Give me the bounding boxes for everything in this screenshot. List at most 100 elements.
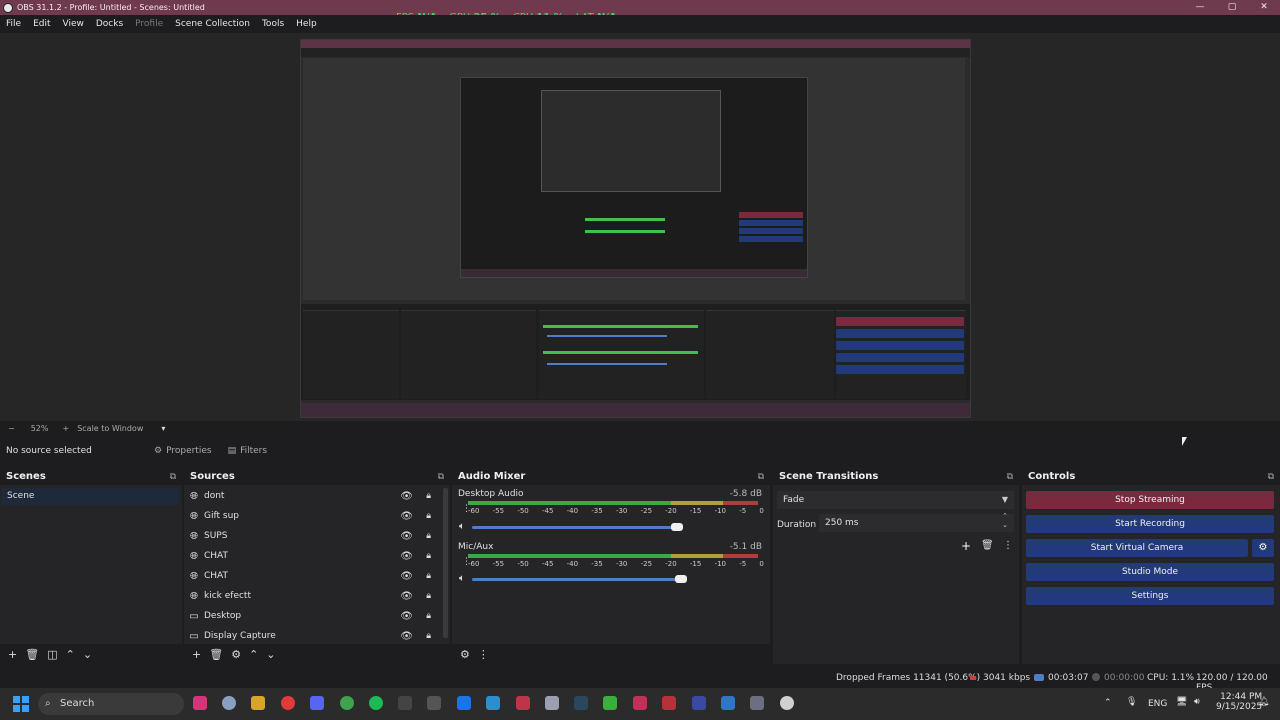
app-icon[interactable] [516,696,530,710]
source-item[interactable]: 🌐︎ CHAT 👁 🔒︎ [188,566,443,586]
maximize-button[interactable]: ▢ [1216,0,1248,15]
menu-tools[interactable]: Tools [256,19,290,29]
lock-icon[interactable]: 🔒︎ [426,591,431,601]
lock-icon[interactable]: 🔒︎ [426,531,431,541]
visibility-eye-icon[interactable]: 👁 [400,531,413,542]
app-icon[interactable] [692,696,706,710]
zoom-mode-dropdown-icon[interactable]: ▾ [161,424,165,433]
zoom-out-button[interactable]: − [8,424,15,433]
steam-icon[interactable] [574,696,588,710]
volume-icon[interactable]: 🔊︎ [1194,697,1200,707]
messenger-icon[interactable] [457,696,471,710]
menu-file[interactable]: File [0,19,27,29]
visibility-eye-icon[interactable]: 👁 [400,551,413,562]
menu-help[interactable]: Help [290,19,323,29]
start-virtual-camera-button[interactable]: Start Virtual Camera [1026,539,1248,557]
spinner-icon[interactable]: ⌃ ⌄ [1002,512,1008,530]
menu-docks[interactable]: Docks [90,19,129,29]
close-button[interactable]: ✕ [1248,0,1280,15]
speaker-icon[interactable]: 🔈︎ [459,521,465,532]
lock-icon[interactable]: 🔒︎ [426,631,431,641]
source-item[interactable]: 🌐︎ SUPS 👁 🔒︎ [188,526,443,546]
app-icon[interactable] [750,696,764,710]
filters-button[interactable]: ▤ Filters [220,446,276,456]
source-item[interactable]: 🌐︎ Gift sup 👁 🔒︎ [188,506,443,526]
windows-start-icon[interactable] [13,696,29,712]
volume-fader-handle[interactable] [675,575,687,583]
add-source-icon[interactable]: + [192,648,201,661]
settings-button[interactable]: Settings [1026,587,1274,605]
scene-item[interactable]: Scene [2,488,178,505]
lock-icon[interactable]: 🔒︎ [426,491,431,501]
duration-input[interactable]: 250 ms ⌃ ⌄ [819,512,1014,532]
visibility-eye-icon[interactable]: 👁 [400,611,413,622]
studio-mode-button[interactable]: Studio Mode [1026,563,1274,581]
zoom-in-button[interactable]: + [62,424,69,433]
obs-taskbar-icon[interactable] [780,696,794,710]
undock-icon[interactable]: ⧉ [1268,472,1274,482]
minimize-button[interactable]: — [1184,0,1216,15]
source-item[interactable]: ▭ Desktop 👁 🔒︎ [188,606,443,626]
source-item[interactable]: 🌐︎ CHAT 👁 🔒︎ [188,546,443,566]
transition-select[interactable]: Fade ▼ [777,491,1014,509]
minecraft-icon[interactable] [603,696,617,710]
add-scene-icon[interactable]: + [8,648,17,661]
microphone-icon[interactable]: 🎙︎ [1126,697,1137,707]
menu-view[interactable]: View [57,19,90,29]
epic-games-icon[interactable] [398,696,412,710]
app-icon[interactable] [721,696,735,710]
undock-icon[interactable]: ⧉ [170,472,176,482]
volume-fader-handle[interactable] [670,523,683,531]
move-down-icon[interactable]: ⌄ [83,648,92,661]
taskbar-search[interactable]: ⌕ Search [38,693,184,715]
source-properties-icon[interactable]: ⚙ [231,648,241,661]
sources-scrollbar[interactable] [443,488,448,638]
stop-streaming-button[interactable]: Stop Streaming [1026,491,1274,509]
app-icon[interactable] [281,696,295,710]
remove-source-icon[interactable]: 🗑 [209,648,223,661]
speaker-icon[interactable]: 🔈︎ [459,573,465,584]
chrome-icon[interactable] [340,696,354,710]
lock-icon[interactable]: 🔒︎ [426,551,431,561]
move-up-icon[interactable]: ⌃ [249,648,258,661]
network-icon[interactable]: 🖥︎ [1176,697,1187,707]
lock-icon[interactable]: 🔒︎ [426,611,431,621]
remove-transition-icon[interactable]: 🗑 [981,540,994,551]
start-recording-button[interactable]: Start Recording [1026,515,1274,533]
audio-menu-icon[interactable]: ⋮ [478,648,489,661]
undock-icon[interactable]: ⧉ [438,472,444,482]
language-indicator[interactable]: ENG [1148,699,1167,709]
visibility-eye-icon[interactable]: 👁 [400,571,413,582]
lock-icon[interactable]: 🔒︎ [426,511,431,521]
app-icon[interactable] [251,696,265,710]
app-icon[interactable] [662,696,676,710]
volume-fader[interactable] [472,578,681,581]
source-item[interactable]: ▭ Display Capture 👁 🔒︎ [188,626,443,646]
zoom-mode[interactable]: Scale to Window [77,424,143,433]
menu-profile[interactable]: Profile [129,19,169,29]
add-transition-icon[interactable]: + [961,539,971,553]
source-item[interactable]: 🌐︎ kick efectt 👁 🔒︎ [188,586,443,606]
notification-icon[interactable]: 🔔︎ [1258,697,1269,707]
remove-scene-icon[interactable]: 🗑 [25,648,39,661]
source-item[interactable]: 🌐︎ dont 👁 🔒︎ [188,486,443,506]
clock[interactable]: 12:44 PM 9/15/2025 [1216,692,1262,712]
undock-icon[interactable]: ⧉ [1007,472,1013,482]
settings-app-icon[interactable] [222,696,236,710]
edge-icon[interactable] [486,696,500,710]
visibility-eye-icon[interactable]: 👁 [400,591,413,602]
undock-icon[interactable]: ⧉ [758,472,764,482]
move-up-icon[interactable]: ⌃ [66,648,75,661]
move-down-icon[interactable]: ⌄ [266,648,275,661]
advanced-audio-gear-icon[interactable]: ⚙ [460,648,470,661]
menu-scene-collection[interactable]: Scene Collection [169,19,256,29]
lock-icon[interactable]: 🔒︎ [426,571,431,581]
menu-edit[interactable]: Edit [27,19,56,29]
visibility-eye-icon[interactable]: 👁 [400,491,413,502]
app-icon[interactable] [545,696,559,710]
app-icon[interactable] [427,696,441,710]
instagram-icon[interactable] [193,696,207,710]
visibility-eye-icon[interactable]: 👁 [400,511,413,522]
scene-filters-icon[interactable]: ◫ [47,648,57,661]
tray-chevron-icon[interactable]: ⌃ [1104,698,1112,708]
